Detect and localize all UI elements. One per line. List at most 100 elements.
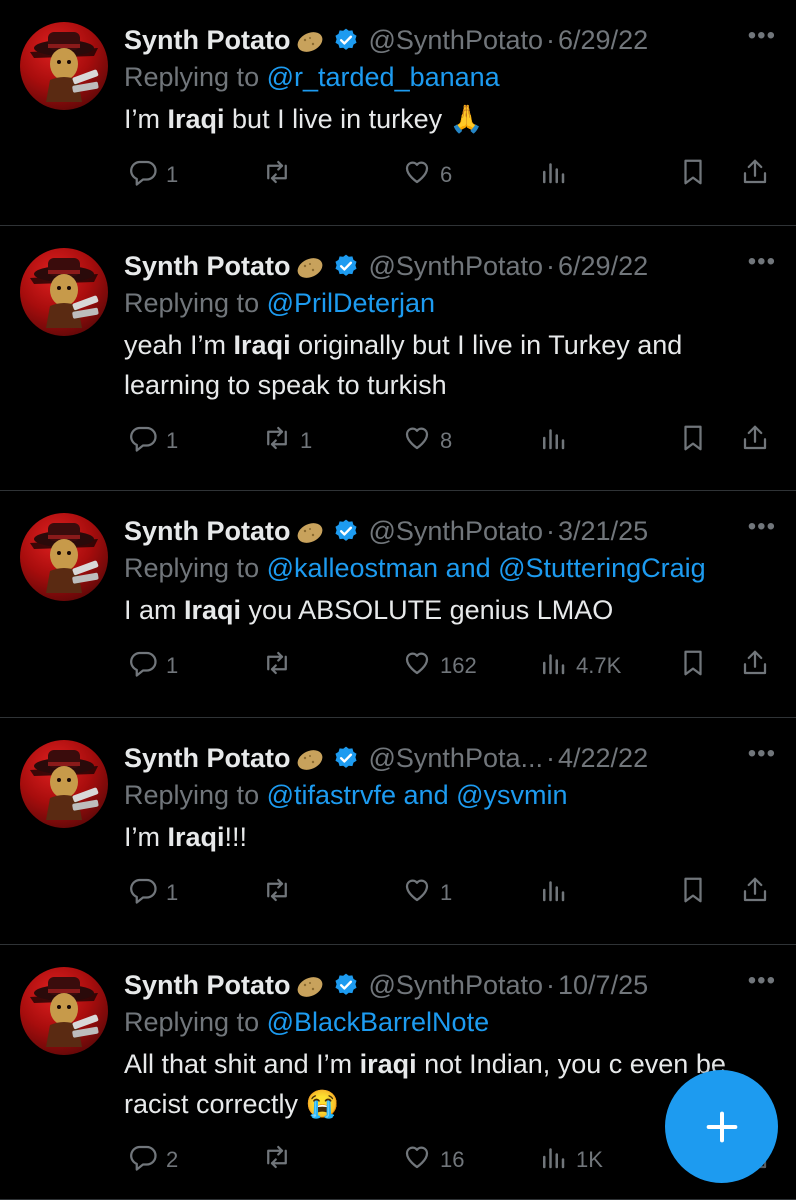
display-name[interactable]: Synth Potato <box>124 251 291 282</box>
views-count: 4.7K <box>576 653 622 678</box>
compose-button[interactable] <box>665 1070 778 1183</box>
retweet-button[interactable]: 1 <box>262 423 312 459</box>
verified-badge-icon <box>333 972 359 998</box>
retweet-count: 1 <box>300 428 313 453</box>
potato-emoji-icon <box>295 29 325 52</box>
username[interactable]: @SynthPotato <box>369 25 544 56</box>
share-icon <box>740 648 770 684</box>
tweet-text-part: you ABSOLUTE genius LMAO <box>241 595 614 625</box>
replying-to: Replying to @PrilDeterjan <box>124 288 776 319</box>
share-button[interactable] <box>740 875 770 911</box>
views-button[interactable] <box>538 157 576 193</box>
avatar[interactable] <box>20 22 108 110</box>
replying-to-label: Replying to <box>124 1007 267 1037</box>
timestamp[interactable]: 3/21/25 <box>558 516 648 547</box>
timestamp[interactable]: 6/29/22 <box>558 251 648 282</box>
like-count: 162 <box>440 653 477 678</box>
tweet-header: Synth Potato @SynthPotato · 3/21/25 ••• <box>124 513 776 549</box>
share-icon <box>740 423 770 459</box>
like-button[interactable]: 8 <box>402 423 452 459</box>
tweet[interactable]: Synth Potato @SynthPotato · 3/21/25 ••• … <box>0 491 796 718</box>
replying-to-link[interactable]: @r_tarded_banana <box>267 62 500 92</box>
tweet-text-part: I am <box>124 595 185 625</box>
retweet-button[interactable] <box>262 1142 300 1178</box>
more-horizontal-icon[interactable]: ••• <box>748 22 776 50</box>
avatar[interactable] <box>20 740 108 828</box>
like-button[interactable]: 6 <box>402 157 452 193</box>
tweet[interactable]: Synth Potato @SynthPotato · 6/29/22 ••• … <box>0 226 796 491</box>
like-button[interactable]: 1 <box>402 875 452 911</box>
views-button[interactable]: 1K <box>538 1142 603 1178</box>
tweet-text-part: All that shit and I’m <box>124 1049 360 1079</box>
retweet-icon <box>262 157 292 193</box>
tweet[interactable]: Synth Potato @SynthPota... · 4/22/22 •••… <box>0 718 796 945</box>
username[interactable]: @SynthPotato <box>369 970 544 1001</box>
tweet-content: Synth Potato @SynthPota... · 4/22/22 •••… <box>124 740 776 857</box>
views-button[interactable]: 4.7K <box>538 648 621 684</box>
bookmark-button[interactable] <box>678 648 708 684</box>
separator: · <box>546 515 556 546</box>
bookmark-button[interactable] <box>678 875 708 911</box>
timestamp[interactable]: 6/29/22 <box>558 25 648 56</box>
tweet-text-part: !!! <box>224 822 248 852</box>
tweet-header: Synth Potato @SynthPota... · 4/22/22 ••• <box>124 740 776 776</box>
username[interactable]: @SynthPota... <box>369 743 544 774</box>
views-button[interactable] <box>538 423 576 459</box>
reply-button[interactable]: 1 <box>128 157 178 193</box>
retweet-button[interactable] <box>262 157 300 193</box>
like-count: 6 <box>440 162 453 187</box>
retweet-icon <box>262 423 292 459</box>
verified-badge-icon <box>333 253 359 279</box>
replying-to-link[interactable]: @kalleostman and @StutteringCraig <box>267 553 706 583</box>
reply-button[interactable]: 1 <box>128 648 178 684</box>
share-button[interactable] <box>740 423 770 459</box>
separator: · <box>546 250 556 281</box>
retweet-icon <box>262 875 292 911</box>
share-icon <box>740 157 770 193</box>
heart-icon <box>402 1142 432 1178</box>
more-horizontal-icon[interactable]: ••• <box>748 967 776 995</box>
timestamp[interactable]: 10/7/25 <box>558 970 648 1001</box>
bookmark-button[interactable] <box>678 157 708 193</box>
retweet-button[interactable] <box>262 648 300 684</box>
replying-to-link[interactable]: @PrilDeterjan <box>267 288 435 318</box>
reply-button[interactable]: 1 <box>128 423 178 459</box>
tweet[interactable]: Synth Potato @SynthPotato · 6/29/22 ••• … <box>0 0 796 226</box>
replying-to-link[interactable]: @tifastrvfe and @ysvmin <box>267 780 568 810</box>
share-button[interactable] <box>740 157 770 193</box>
share-button[interactable] <box>740 648 770 684</box>
avatar[interactable] <box>20 967 108 1055</box>
bookmark-button[interactable] <box>678 423 708 459</box>
more-horizontal-icon[interactable]: ••• <box>748 513 776 541</box>
views-button[interactable] <box>538 875 576 911</box>
reply-button[interactable]: 2 <box>128 1142 178 1178</box>
tweet-text-part: I’m <box>124 104 168 134</box>
reply-icon <box>128 1142 158 1178</box>
tweet-header: Synth Potato @SynthPotato · 6/29/22 ••• <box>124 22 776 58</box>
tweet-text: yeah I’m Iraqi originally but I live in … <box>124 325 776 405</box>
avatar[interactable] <box>20 513 108 601</box>
like-button[interactable]: 16 <box>402 1142 464 1178</box>
reply-icon <box>128 648 158 684</box>
more-horizontal-icon[interactable]: ••• <box>748 740 776 768</box>
username[interactable]: @SynthPotato <box>369 516 544 547</box>
display-name[interactable]: Synth Potato <box>124 743 291 774</box>
reply-button[interactable]: 1 <box>128 875 178 911</box>
separator: · <box>546 742 555 773</box>
tweet-text-bold: Iraqi <box>167 822 225 852</box>
bookmark-icon <box>678 648 708 684</box>
display-name[interactable]: Synth Potato <box>124 25 291 56</box>
bookmark-icon <box>678 423 708 459</box>
display-name[interactable]: Synth Potato <box>124 970 291 1001</box>
timestamp[interactable]: 4/22/22 <box>558 743 648 774</box>
replying-to-link[interactable]: @BlackBarrelNote <box>267 1007 490 1037</box>
display-name[interactable]: Synth Potato <box>124 516 291 547</box>
username[interactable]: @SynthPotato <box>369 251 544 282</box>
avatar[interactable] <box>20 248 108 336</box>
bookmark-icon <box>678 875 708 911</box>
tweet-text-bold: Iraqi <box>167 104 225 134</box>
retweet-button[interactable] <box>262 875 300 911</box>
more-horizontal-icon[interactable]: ••• <box>748 248 776 276</box>
heart-icon <box>402 875 432 911</box>
like-button[interactable]: 162 <box>402 648 477 684</box>
